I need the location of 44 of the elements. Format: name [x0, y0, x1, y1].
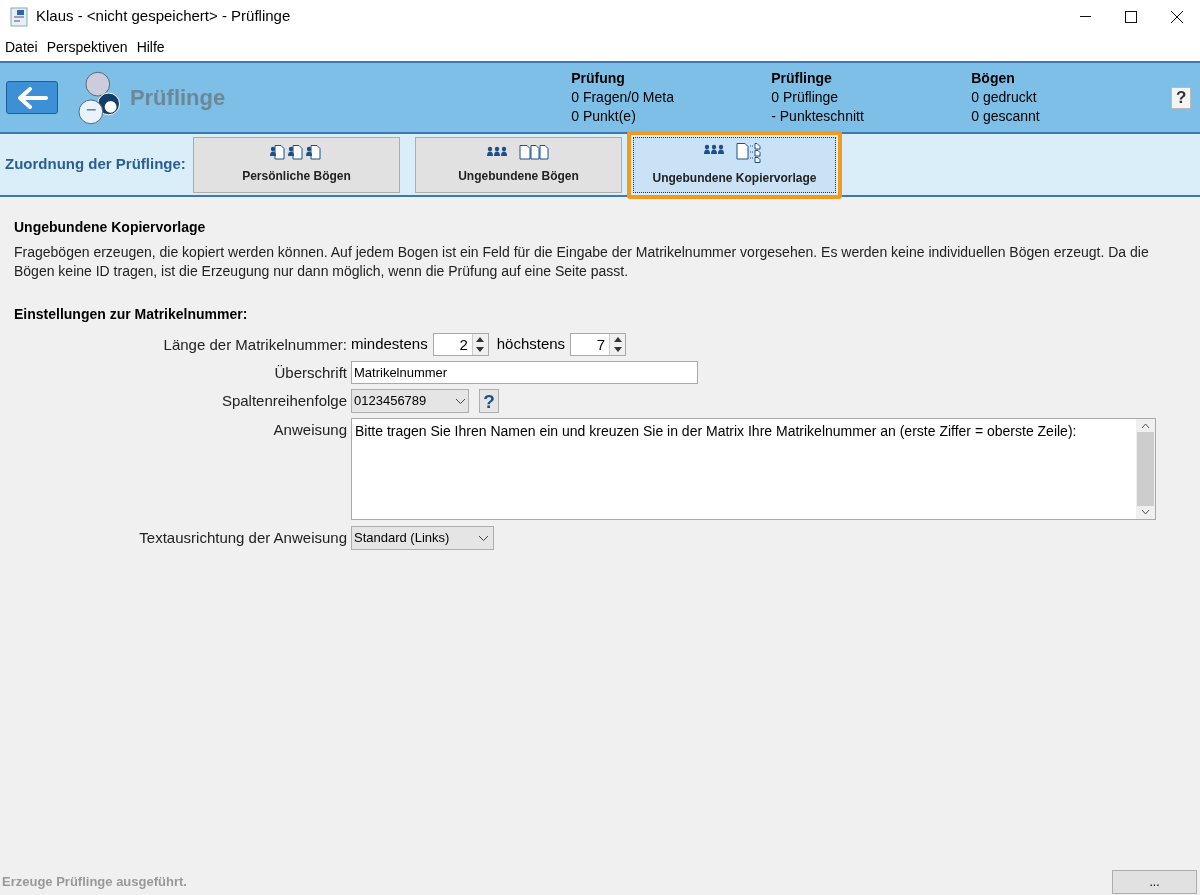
help-button[interactable]: ?	[1171, 86, 1191, 109]
status-message: Erzeuge Prüflinge ausgeführt.	[2, 873, 187, 892]
stat-value: 0 gescannt	[971, 107, 1041, 126]
help-button[interactable]: ?	[479, 389, 499, 413]
scrollbar-drawing[interactable]	[1136, 419, 1155, 519]
assignment-tab[interactable]: Persönliche Bögen	[193, 136, 400, 193]
field-label: Anweisung	[272, 420, 348, 440]
stat-value: 0 Fragen/0 Meta	[571, 88, 675, 107]
assignment-tab[interactable]: Ungebundene Bögen	[415, 136, 622, 193]
section-description: Fragebögen erzeugen, die kopiert werden können. Auf jedem Bogen ist ein Feld für die Eingabe der Matrikelnummer vorgesehen. Es werden keine individuellen Bögen erzeugt. Da die Bögen keine ID tragen, ist die Erzeugung nur dann möglich, wenn die Prüfung auf eine Seite passt.	[14, 243, 1150, 281]
menu-item[interactable]: Datei	[5, 36, 38, 58]
chevron-down-icon	[455, 397, 466, 405]
app-icon	[10, 6, 28, 27]
more-button[interactable]: ...	[1112, 870, 1197, 894]
heading-field[interactable]: Matrikelnummer	[351, 361, 698, 384]
stat-value: 0 gedruckt	[971, 88, 1038, 107]
instruction-text-area[interactable]: Bitte tragen Sie Ihren Namen ein und kreuzen Sie in der Matrix Ihre Matrikelnummer an (erste Ziffer = oberste Zeile):	[351, 418, 1156, 520]
stat-value: 0 Prüflinge	[771, 88, 840, 107]
field-label: mindestens	[351, 334, 428, 355]
field-label: höchstens	[496, 334, 566, 355]
section-title: Ungebundene Kopiervorlage	[14, 218, 207, 237]
window-title: Klaus - <nicht gespeichert> - Prüflinge	[36, 6, 291, 27]
arrow-left-icon	[16, 86, 49, 109]
field-label: Überschrift	[273, 363, 348, 383]
stat-value: 0 Punkt(e)	[571, 107, 637, 126]
menu-item[interactable]: Perspektiven	[46, 36, 128, 58]
field-label: Textausrichtung der Anweisung	[138, 528, 348, 548]
page-title: Prüflinge	[129, 84, 226, 112]
column-order-dropdown[interactable]: 0123456789	[351, 389, 469, 413]
field-label: Spaltenreihenfolge	[220, 391, 348, 411]
assignment-label: Zuordnung der Prüflinge:	[5, 154, 187, 175]
person-document-icon	[269, 144, 324, 161]
menu-item[interactable]: Hilfe	[136, 36, 165, 58]
back-button[interactable]	[6, 81, 59, 114]
assignment-tab[interactable]: Ungebundene Kopiervorlage	[633, 136, 836, 193]
field-label: Länge der Matrikelnummer:	[162, 335, 348, 355]
settings-title: Einstellungen zur Matrikelnummer:	[14, 305, 249, 324]
chevron-down-icon	[478, 534, 489, 542]
alignment-dropdown[interactable]: Standard (Links)	[351, 526, 494, 550]
stat-value: - Punkteschnitt	[771, 107, 865, 126]
stat-title: Prüflinge	[771, 69, 833, 88]
stat-title: Prüfung	[571, 69, 626, 88]
people-documents-icon	[486, 144, 551, 161]
stat-title: Bögen	[971, 69, 1016, 88]
